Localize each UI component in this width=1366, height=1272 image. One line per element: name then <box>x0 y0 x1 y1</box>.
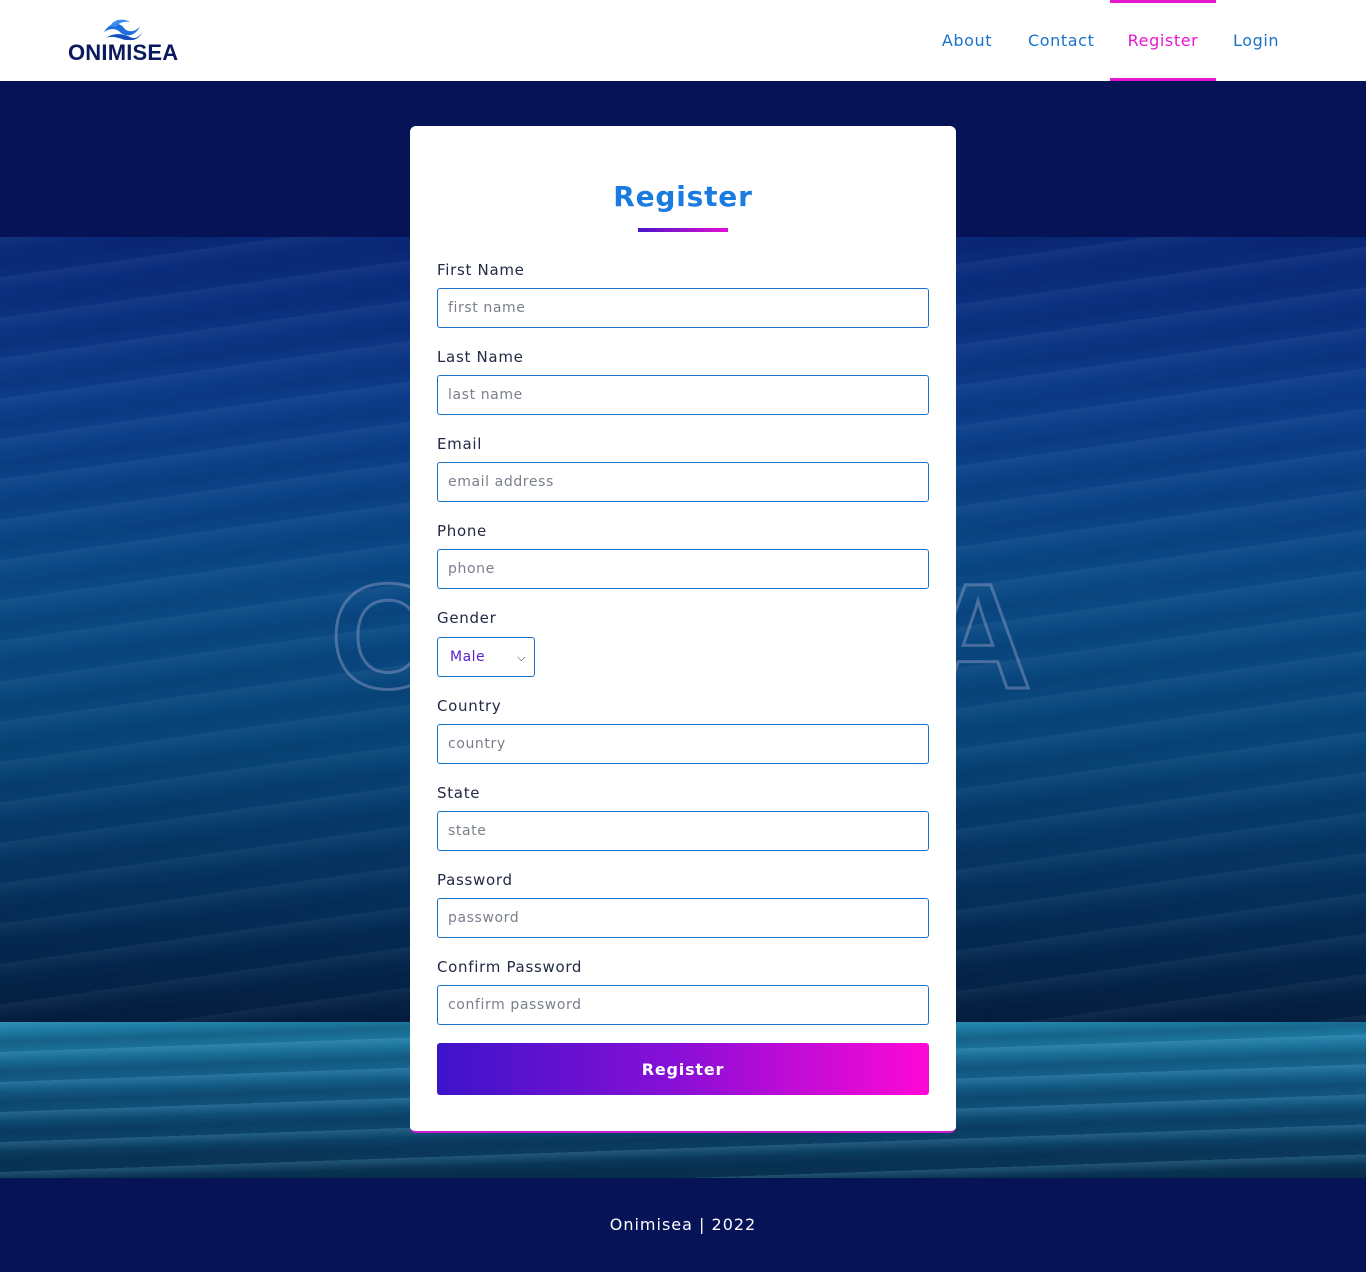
country-input[interactable] <box>437 724 929 764</box>
phone-input[interactable] <box>437 549 929 589</box>
password-input[interactable] <box>437 898 929 938</box>
email-input[interactable] <box>437 462 929 502</box>
last-name-label: Last Name <box>437 348 524 366</box>
phone-label: Phone <box>437 522 487 540</box>
gender-selected-value: Male <box>450 649 486 665</box>
gender-select[interactable]: Male ⌵ <box>437 637 535 677</box>
form-title: Register <box>613 180 753 213</box>
title-underline <box>638 228 728 232</box>
confirm-password-label: Confirm Password <box>437 958 583 976</box>
nav-login[interactable]: Login <box>1233 0 1279 81</box>
register-card: Register First Name Last Name Email Phon… <box>410 126 956 1133</box>
confirm-password-input[interactable] <box>437 985 929 1025</box>
nav-contact[interactable]: Contact <box>1028 0 1094 81</box>
country-label: Country <box>437 697 502 715</box>
site-header: ONIMISEA About Contact Register Login <box>0 0 1366 81</box>
logo-text: ONIMISEA <box>68 40 179 65</box>
nav-register[interactable]: Register <box>1110 0 1216 81</box>
gender-label: Gender <box>437 609 497 627</box>
footer-copyright: Onimisea | 2022 <box>609 1215 757 1234</box>
state-input[interactable] <box>437 811 929 851</box>
chevron-down-icon: ⌵ <box>517 651 526 664</box>
password-label: Password <box>437 871 513 889</box>
site-footer: Onimisea | 2022 <box>0 1178 1366 1272</box>
first-name-label: First Name <box>437 261 525 279</box>
email-label: Email <box>437 435 483 453</box>
state-label: State <box>437 784 481 802</box>
register-submit-button[interactable]: Register <box>437 1043 929 1095</box>
first-name-input[interactable] <box>437 288 929 328</box>
wave-logo-icon <box>104 19 142 40</box>
brand-logo[interactable]: ONIMISEA <box>68 18 178 66</box>
nav-about[interactable]: About <box>941 0 993 81</box>
last-name-input[interactable] <box>437 375 929 415</box>
